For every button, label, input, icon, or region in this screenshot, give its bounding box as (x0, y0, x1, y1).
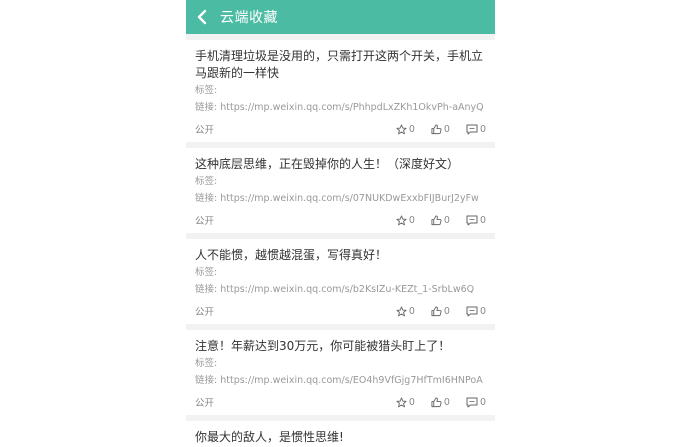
list-item[interactable]: 你最大的敌人，是惯性思维! 标签: (186, 421, 495, 447)
comment-icon (466, 215, 478, 225)
comment-button[interactable]: 0 (466, 215, 486, 226)
star-count: 0 (408, 396, 415, 408)
like-button[interactable]: 0 (431, 215, 450, 226)
visibility-label: 公开 (195, 398, 215, 409)
like-button[interactable]: 0 (431, 306, 450, 317)
comment-button[interactable]: 0 (466, 124, 486, 135)
star-button[interactable]: 0 (396, 215, 415, 226)
article-title[interactable]: 人不能惯，越惯越混蛋，写得真好！ (195, 247, 486, 264)
phone-screen: 云端收藏 手机清理垃圾是没用的，只需打开这两个开关，手机立马跟新的一样快 标签:… (186, 0, 495, 447)
article-title[interactable]: 注意！年薪达到30万元，你可能被猎头盯上了！ (195, 338, 486, 355)
like-count: 0 (443, 396, 450, 408)
star-button[interactable]: 0 (396, 124, 415, 135)
thumbs-up-icon (431, 123, 442, 134)
comment-count: 0 (479, 305, 486, 317)
article-link[interactable]: 链接: https://mp.weixin.qq.com/s/07NUKDwEx… (195, 190, 486, 207)
thumbs-up-icon (431, 396, 442, 407)
article-tags: 标签: (195, 267, 218, 278)
star-icon (396, 123, 407, 134)
article-footer: 公开 0 0 0 (195, 116, 486, 142)
thumbs-up-icon (431, 214, 442, 225)
star-icon (396, 305, 407, 316)
list-item[interactable]: 人不能惯，越惯越混蛋，写得真好！ 标签: 链接: https://mp.weix… (186, 239, 495, 324)
comment-count: 0 (479, 214, 486, 226)
article-tags: 标签: (195, 176, 218, 187)
comment-icon (466, 124, 478, 134)
like-count: 0 (443, 305, 450, 317)
back-button[interactable] (186, 0, 218, 34)
list-item[interactable]: 手机清理垃圾是没用的，只需打开这两个开关，手机立马跟新的一样快 标签: 链接: … (186, 40, 495, 142)
article-link[interactable]: 链接: https://mp.weixin.qq.com/s/PhhpdLxZK… (195, 99, 486, 116)
star-button[interactable]: 0 (396, 306, 415, 317)
article-title[interactable]: 你最大的敌人，是惯性思维! (195, 429, 486, 446)
article-footer: 公开 0 0 0 (195, 389, 486, 415)
article-link[interactable]: 链接: https://mp.weixin.qq.com/s/b2KsIZu-K… (195, 281, 486, 298)
visibility-label: 公开 (195, 125, 215, 136)
chevron-left-icon (197, 9, 207, 25)
comment-count: 0 (479, 396, 486, 408)
visibility-label: 公开 (195, 307, 215, 318)
article-footer: 公开 0 0 0 (195, 298, 486, 324)
list-item[interactable]: 这种底层思维，正在毁掉你的人生！（深度好文） 标签: 链接: https://m… (186, 148, 495, 233)
like-button[interactable]: 0 (431, 124, 450, 135)
star-count: 0 (408, 123, 415, 135)
article-footer: 公开 0 0 0 (195, 207, 486, 233)
favorites-list: 手机清理垃圾是没用的，只需打开这两个开关，手机立马跟新的一样快 标签: 链接: … (186, 34, 495, 447)
article-tags: 标签: (195, 85, 218, 96)
star-icon (396, 396, 407, 407)
comment-icon (466, 306, 478, 316)
thumbs-up-icon (431, 305, 442, 316)
page-title: 云端收藏 (220, 10, 278, 26)
star-count: 0 (408, 305, 415, 317)
star-count: 0 (408, 214, 415, 226)
star-icon (396, 214, 407, 225)
article-title[interactable]: 这种底层思维，正在毁掉你的人生！（深度好文） (195, 156, 486, 173)
visibility-label: 公开 (195, 216, 215, 227)
like-count: 0 (443, 214, 450, 226)
article-tags: 标签: (195, 358, 218, 369)
article-link[interactable]: 链接: https://mp.weixin.qq.com/s/EO4h9VfGj… (195, 372, 486, 389)
comment-count: 0 (479, 123, 486, 135)
comment-button[interactable]: 0 (466, 397, 486, 408)
comment-icon (466, 397, 478, 407)
comment-button[interactable]: 0 (466, 306, 486, 317)
app-bar: 云端收藏 (186, 0, 495, 34)
like-button[interactable]: 0 (431, 397, 450, 408)
like-count: 0 (443, 123, 450, 135)
star-button[interactable]: 0 (396, 397, 415, 408)
article-title[interactable]: 手机清理垃圾是没用的，只需打开这两个开关，手机立马跟新的一样快 (195, 48, 486, 82)
list-item[interactable]: 注意！年薪达到30万元，你可能被猎头盯上了！ 标签: 链接: https://m… (186, 330, 495, 415)
